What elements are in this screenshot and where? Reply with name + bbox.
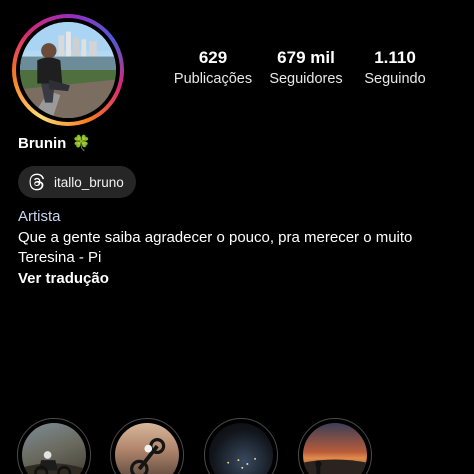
stat-followers[interactable]: 679 mil Seguidores (260, 48, 352, 89)
bio: Artista Que a gente saiba agradecer o po… (18, 207, 412, 289)
stat-following-label: Seguindo (364, 71, 426, 87)
avatar[interactable] (20, 22, 116, 118)
threads-link-button[interactable]: itallo_bruno (18, 166, 136, 198)
threads-icon (29, 173, 45, 191)
clover-icon: 🍀 (72, 135, 92, 152)
threads-handle: itallo_bruno (54, 174, 124, 190)
story-highlight-2[interactable] (110, 418, 184, 474)
stat-followers-value: 679 mil (277, 48, 335, 67)
see-translation-link[interactable]: Ver tradução (18, 269, 412, 290)
highlight-cover-1 (22, 423, 86, 474)
stat-posts-value: 629 (198, 48, 228, 67)
bio-line-2: Teresina - Pi (18, 249, 102, 266)
story-highlight-3[interactable] (204, 418, 278, 474)
bio-category: Artista (18, 208, 61, 225)
stat-following-value: 1.110 (374, 48, 416, 67)
profile-name-text: Brunin (18, 134, 67, 152)
stat-following[interactable]: 1.110 Seguindo (355, 48, 435, 89)
story-highlight-1[interactable] (17, 418, 91, 474)
stat-posts-label: Publicações (173, 71, 253, 87)
avatar-photo (20, 22, 116, 118)
profile-name: Brunin 🍀 (18, 134, 92, 153)
profile-screen: 629 Publicações 679 mil Seguidores 1.110… (0, 0, 474, 474)
highlight-cover-2 (115, 423, 179, 474)
avatar-gap (16, 18, 120, 122)
highlight-cover-4 (303, 423, 367, 474)
story-highlight-4[interactable] (298, 418, 372, 474)
stat-followers-label: Seguidores (269, 71, 343, 87)
stat-posts[interactable]: 629 Publicações (170, 48, 256, 89)
profile-avatar-story-ring[interactable] (12, 14, 124, 126)
highlight-cover-3 (209, 423, 273, 474)
bio-line-1: Que a gente saiba agradecer o pouco, pra… (18, 228, 413, 246)
